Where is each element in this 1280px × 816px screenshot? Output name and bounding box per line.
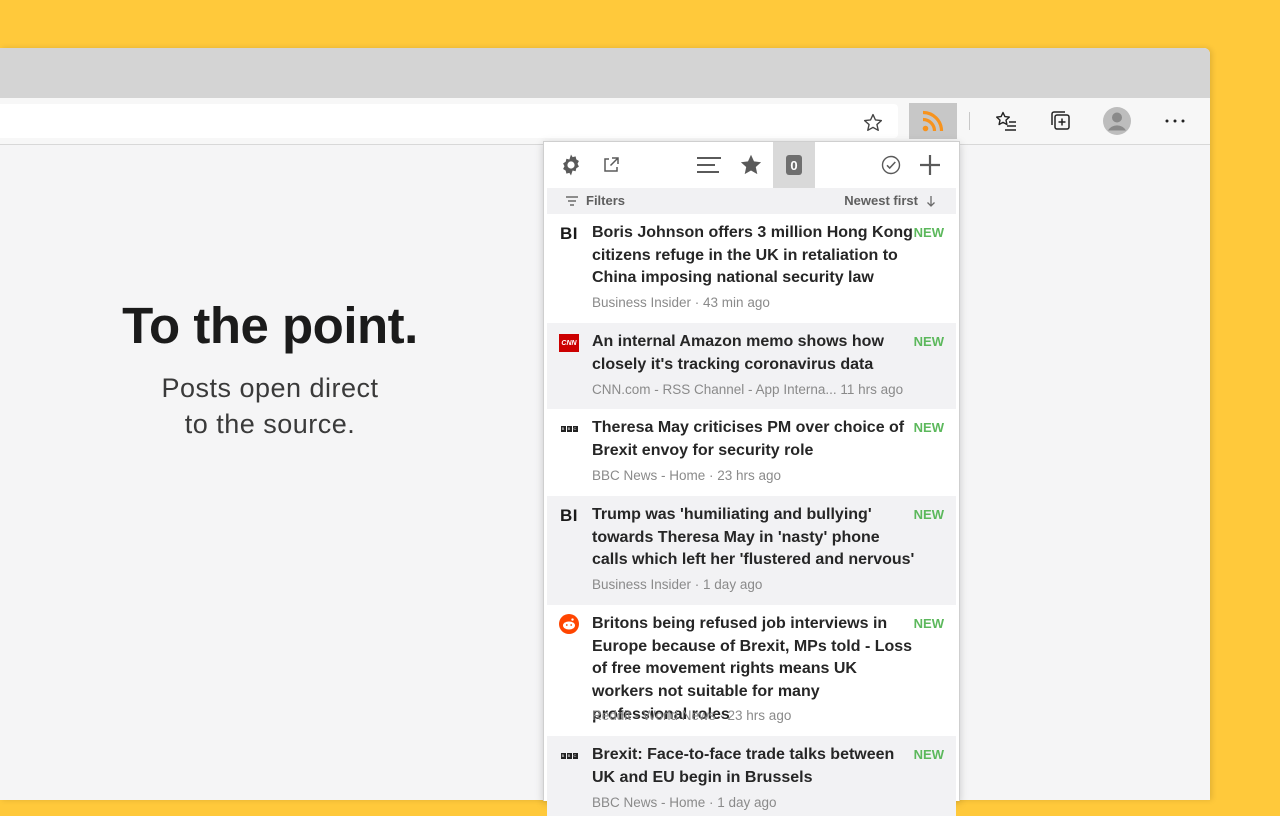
feed-item-title[interactable]: Trump was 'humiliating and bullying' tow… — [592, 504, 917, 572]
favorites-button[interactable] — [982, 103, 1030, 139]
tab-strip — [0, 48, 1210, 98]
source-logo-text: BBC — [560, 753, 578, 759]
feed-item[interactable]: BBC Brexit: Face-to-face trade talks bet… — [547, 736, 956, 816]
favorites-list-icon — [996, 111, 1016, 131]
feed-item-title[interactable]: Brexit: Face-to-face trade talks between… — [592, 744, 917, 789]
new-badge: NEW — [913, 616, 944, 631]
rss-extension-button[interactable] — [909, 103, 957, 139]
rss-icon — [922, 110, 944, 132]
rss-popup: 0 Filters Newest first BI Boris Johnson … — [543, 141, 960, 816]
filters-toggle[interactable]: Filters — [565, 193, 625, 208]
avatar-icon — [1103, 107, 1131, 135]
new-badge: NEW — [913, 507, 944, 522]
cnn-icon: CNN — [558, 332, 580, 354]
reddit-alien-icon — [563, 618, 575, 630]
new-badge: NEW — [913, 225, 944, 240]
feed-item[interactable]: BI Boris Johnson offers 3 million Hong K… — [547, 215, 956, 323]
feed-item-meta: BBC News - Home · 23 hrs ago — [592, 468, 782, 483]
toolbar-separator — [969, 112, 970, 130]
settings-button[interactable] — [554, 142, 588, 188]
promo-subline-line-2: to the source. — [184, 409, 356, 439]
gear-icon — [563, 154, 579, 176]
sort-toggle[interactable]: Newest first — [844, 193, 936, 208]
filter-bar: Filters Newest first — [547, 188, 956, 214]
feed-item-meta: Business Insider · 43 min ago — [592, 295, 770, 310]
ellipsis-icon — [1165, 119, 1185, 123]
source-logo-text: BBC — [560, 426, 578, 432]
unread-count-badge: 0 — [786, 155, 802, 175]
more-menu-button[interactable] — [1151, 103, 1199, 139]
favorite-star-icon[interactable] — [862, 112, 884, 134]
sort-label: Newest first — [844, 193, 918, 208]
feed-item[interactable]: Britons being refused job interviews in … — [547, 605, 956, 736]
business-insider-icon: BI — [558, 223, 580, 245]
feed-list: BI Boris Johnson offers 3 million Hong K… — [547, 215, 956, 816]
promo-subline-line-1: Posts open direct — [161, 373, 379, 403]
view-mode-button[interactable] — [692, 142, 726, 188]
feed-item[interactable]: BI Trump was 'humiliating and bullying' … — [547, 496, 956, 605]
feed-item-meta: Reddit - World News · 23 hrs ago — [592, 708, 792, 723]
open-external-button[interactable] — [596, 142, 626, 188]
popup-toolbar: 0 — [544, 142, 959, 188]
check-circle-icon — [881, 155, 901, 175]
feed-item-meta: Business Insider · 1 day ago — [592, 577, 763, 592]
bbc-icon: BBC — [558, 745, 580, 767]
arrow-down-icon — [927, 195, 935, 207]
star-icon — [740, 154, 762, 175]
feed-item-title[interactable]: Theresa May criticises PM over choice of… — [592, 417, 917, 462]
collections-icon — [1051, 111, 1070, 130]
new-badge: NEW — [913, 420, 944, 435]
bbc-icon: BBC — [558, 418, 580, 440]
feed-item-meta: CNN.com - RSS Channel - App Interna... 1… — [592, 382, 904, 397]
browser-toolbar — [0, 98, 1210, 145]
starred-button[interactable] — [734, 142, 768, 188]
filter-icon — [566, 195, 578, 206]
source-logo-text: BI — [560, 506, 578, 525]
promo-subline: Posts open direct to the source. — [60, 370, 480, 442]
plus-icon — [920, 155, 940, 175]
add-feed-button[interactable] — [914, 142, 946, 188]
promo-headline: To the point. — [122, 297, 418, 354]
address-bar[interactable] — [0, 104, 898, 138]
new-badge: NEW — [913, 747, 944, 762]
source-logo-text: BI — [560, 224, 578, 243]
feed-item-title[interactable]: An internal Amazon memo shows how closel… — [592, 331, 917, 376]
feed-item[interactable]: BBC Theresa May criticises PM over choic… — [547, 409, 956, 496]
reddit-icon — [558, 613, 580, 635]
business-insider-icon: BI — [558, 505, 580, 527]
list-view-icon — [697, 157, 721, 173]
profile-button[interactable] — [1093, 103, 1141, 139]
unread-count-button[interactable]: 0 — [773, 142, 815, 188]
external-link-icon — [604, 157, 619, 172]
feed-item[interactable]: CNN An internal Amazon memo shows how cl… — [547, 323, 956, 409]
collections-button[interactable] — [1037, 103, 1085, 139]
new-badge: NEW — [913, 334, 944, 349]
source-logo-text: CNN — [559, 334, 579, 352]
filters-label: Filters — [586, 193, 626, 208]
feed-item-meta: BBC News - Home · 1 day ago — [592, 795, 777, 810]
feed-item-title[interactable]: Boris Johnson offers 3 million Hong Kong… — [592, 222, 917, 290]
mark-all-read-button[interactable] — [876, 142, 906, 188]
